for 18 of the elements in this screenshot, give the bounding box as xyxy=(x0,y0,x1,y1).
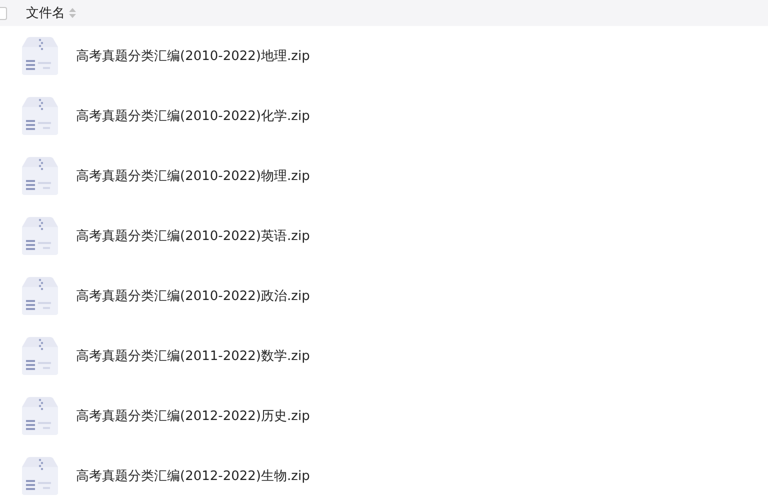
file-name[interactable]: 高考真题分类汇编(2010-2022)政治.zip xyxy=(76,287,310,305)
zip-file-icon xyxy=(22,397,58,435)
file-name[interactable]: 高考真题分类汇编(2011-2022)数学.zip xyxy=(76,347,310,365)
file-name[interactable]: 高考真题分类汇编(2012-2022)生物.zip xyxy=(76,467,310,485)
zip-file-icon xyxy=(22,157,58,195)
zip-file-icon xyxy=(22,37,58,75)
zip-file-icon xyxy=(22,217,58,255)
sort-icon[interactable] xyxy=(69,8,76,18)
file-name[interactable]: 高考真题分类汇编(2010-2022)英语.zip xyxy=(76,227,310,245)
file-name[interactable]: 高考真题分类汇编(2010-2022)物理.zip xyxy=(76,167,310,185)
zip-file-icon xyxy=(22,277,58,315)
file-name[interactable]: 高考真题分类汇编(2010-2022)地理.zip xyxy=(76,47,310,65)
column-header[interactable]: 文件名 xyxy=(26,4,65,22)
zip-file-icon xyxy=(22,337,58,375)
zip-file-icon xyxy=(22,457,58,495)
file-name[interactable]: 高考真题分类汇编(2010-2022)化学.zip xyxy=(76,107,310,125)
zip-file-icon xyxy=(22,97,58,135)
file-name[interactable]: 高考真题分类汇编(2012-2022)历史.zip xyxy=(76,407,310,425)
